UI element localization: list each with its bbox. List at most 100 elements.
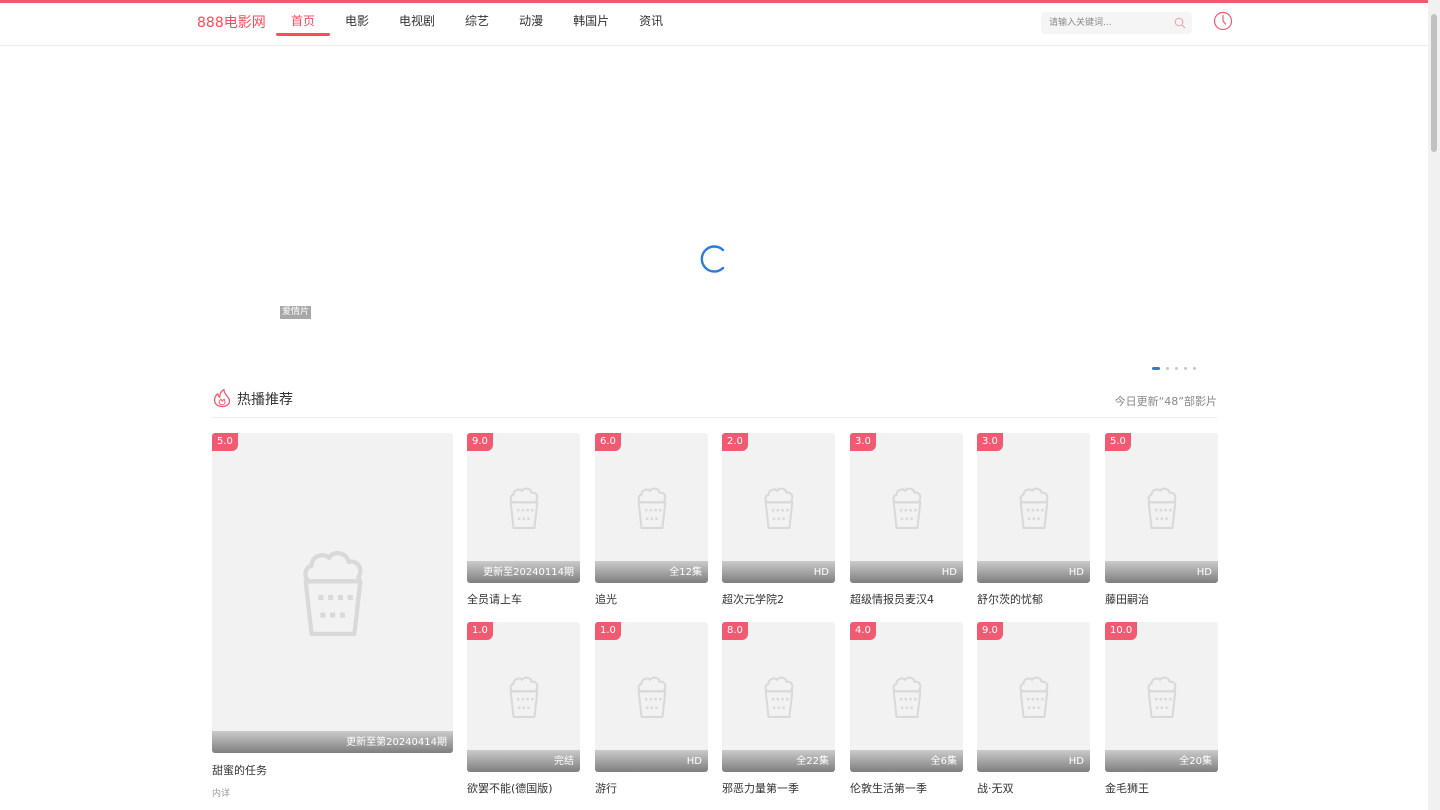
site-logo[interactable]: 888电影网 — [197, 12, 266, 32]
nav-item[interactable]: 首页 — [276, 3, 331, 46]
movie-card[interactable]: 4.0 全6集伦敦生活第一季 — [850, 622, 963, 796]
rating-badge: 5.0 — [1105, 433, 1131, 451]
carousel-dot[interactable] — [1175, 367, 1178, 370]
movie-poster[interactable]: 3.0 HD — [850, 433, 963, 583]
movie-title[interactable]: 舒尔茨的忧郁 — [977, 591, 1090, 607]
movie-card[interactable]: 2.0 HD 超次元学院2 — [722, 433, 835, 607]
carousel-dot[interactable] — [1184, 367, 1187, 370]
movie-title[interactable]: 游行 — [595, 780, 708, 796]
movie-title[interactable]: 追光 — [595, 591, 708, 607]
daily-update-text: 今日更新“48”部影片 — [1114, 395, 1217, 408]
popcorn-placeholder-icon — [764, 487, 793, 529]
popcorn-placeholder-icon — [509, 676, 538, 718]
nav-item[interactable]: 动漫 — [504, 3, 558, 46]
popcorn-placeholder-icon — [1019, 676, 1048, 718]
episode-status: 全12集 — [595, 561, 708, 583]
loading-spinner-icon — [700, 245, 725, 273]
episode-status: HD — [850, 561, 963, 583]
search-box — [1041, 12, 1192, 34]
carousel-dot[interactable] — [1152, 367, 1160, 370]
movie-poster[interactable]: 2.0 HD — [722, 433, 835, 583]
movie-card[interactable]: 3.0 HD 舒尔茨的忧郁 — [977, 433, 1090, 607]
movie-card[interactable]: 5.0 HD 藤田嗣治 — [1105, 433, 1218, 607]
section-title: 热播推荐 — [237, 392, 293, 408]
search-input[interactable] — [1041, 12, 1169, 34]
carousel-dot[interactable] — [1193, 367, 1196, 370]
rating-badge: 1.0 — [467, 622, 493, 640]
rating-badge: 9.0 — [467, 433, 493, 451]
rating-badge: 9.0 — [977, 622, 1003, 640]
movie-poster[interactable]: 1.0 完结 — [467, 622, 580, 772]
nav-item[interactable]: 电影 — [330, 3, 384, 46]
history-clock-icon[interactable] — [1213, 11, 1233, 31]
movie-title[interactable]: 藤田嗣治 — [1105, 591, 1218, 607]
movie-title[interactable]: 伦敦生活第一季 — [850, 780, 963, 796]
movie-title[interactable]: 超次元学院2 — [722, 591, 835, 607]
popcorn-placeholder-icon — [892, 676, 921, 718]
carousel-dot[interactable] — [1166, 367, 1169, 370]
popcorn-placeholder-icon — [302, 550, 363, 637]
movie-title[interactable]: 全员请上车 — [467, 591, 580, 607]
movie-card[interactable]: 9.0 更新至20240114期全员请上车 — [467, 433, 580, 607]
movie-card[interactable]: 6.0 全12集追光 — [595, 433, 708, 607]
page-scrollbar[interactable] — [1428, 0, 1440, 810]
movie-poster[interactable]: 5.0 HD — [1105, 433, 1218, 583]
movie-poster[interactable]: 9.0 更新至20240114期 — [467, 433, 580, 583]
episode-status: 全6集 — [850, 750, 963, 772]
movie-poster[interactable]: 4.0 全6集 — [850, 622, 963, 772]
movie-card[interactable]: 10.0 全20集金毛狮王 — [1105, 622, 1218, 796]
popcorn-placeholder-icon — [1147, 487, 1176, 529]
rating-badge: 2.0 — [722, 433, 748, 451]
movie-card[interactable]: 8.0 全22集邪恶力量第一季 — [722, 622, 835, 796]
featured-poster[interactable]: 5.0 更新至第20240414期 — [212, 433, 453, 753]
scrollbar-thumb[interactable] — [1431, 14, 1437, 152]
movie-poster[interactable]: 1.0 HD — [595, 622, 708, 772]
nav-item[interactable]: 综艺 — [450, 3, 504, 46]
movie-card[interactable]: 3.0 HD 超级情报员麦汉4 — [850, 433, 963, 607]
hero-banner[interactable]: 爱情片 — [0, 46, 1428, 370]
movie-title[interactable]: 甜蜜的任务 — [212, 762, 453, 778]
movie-poster[interactable]: 9.0 HD — [977, 622, 1090, 772]
rating-badge: 6.0 — [595, 433, 621, 451]
movie-title[interactable]: 邪恶力量第一季 — [722, 780, 835, 796]
rating-badge: 1.0 — [595, 622, 621, 640]
movie-card[interactable]: 9.0 HD 战·无双 — [977, 622, 1090, 796]
rating-badge: 5.0 — [212, 433, 238, 451]
hot-section-header: 热播推荐 今日更新“48”部影片 — [212, 387, 1217, 418]
search-icon[interactable] — [1174, 17, 1186, 29]
movie-title[interactable]: 超级情报员麦汉4 — [850, 591, 963, 607]
movie-poster[interactable]: 10.0 全20集 — [1105, 622, 1218, 772]
popcorn-placeholder-icon — [764, 676, 793, 718]
rating-badge: 3.0 — [850, 433, 876, 451]
popcorn-placeholder-icon — [1019, 487, 1048, 529]
popcorn-placeholder-icon — [509, 487, 538, 529]
popcorn-placeholder-icon — [1147, 676, 1176, 718]
episode-status: HD — [977, 750, 1090, 772]
rating-badge: 10.0 — [1105, 622, 1138, 640]
fire-icon — [213, 388, 231, 408]
banner-genre-tag: 爱情片 — [280, 306, 312, 319]
header: 888电影网 首页 电影 电视剧 综艺 动漫 韩国片 资讯 — [0, 3, 1428, 46]
movie-title[interactable]: 金毛狮王 — [1105, 780, 1218, 796]
episode-status: HD — [1105, 561, 1218, 583]
episode-status: 完结 — [467, 750, 580, 772]
movie-card[interactable]: 1.0 完结欲罢不能(德国版) — [467, 622, 580, 796]
movie-title[interactable]: 战·无双 — [977, 780, 1090, 796]
episode-status: 更新至20240114期 — [467, 561, 580, 583]
movie-card[interactable]: 1.0 HD 游行 — [595, 622, 708, 796]
main-nav: 首页 电影 电视剧 综艺 动漫 韩国片 资讯 — [276, 3, 678, 46]
popcorn-placeholder-icon — [637, 487, 666, 529]
movie-poster[interactable]: 8.0 全22集 — [722, 622, 835, 772]
movie-title[interactable]: 欲罢不能(德国版) — [467, 780, 580, 796]
featured-card[interactable]: 5.0 更新至第20240414期 甜蜜的任务 内详 — [212, 433, 453, 799]
movie-cast: 内详 — [212, 789, 231, 799]
nav-item[interactable]: 资讯 — [624, 3, 678, 46]
nav-item[interactable]: 韩国片 — [558, 3, 624, 46]
episode-status: HD — [722, 561, 835, 583]
nav-item[interactable]: 电视剧 — [384, 3, 450, 46]
episode-status: 更新至第20240414期 — [212, 731, 453, 753]
rating-badge: 3.0 — [977, 433, 1003, 451]
movie-poster[interactable]: 6.0 全12集 — [595, 433, 708, 583]
movie-poster[interactable]: 3.0 HD — [977, 433, 1090, 583]
rating-badge: 8.0 — [722, 622, 748, 640]
